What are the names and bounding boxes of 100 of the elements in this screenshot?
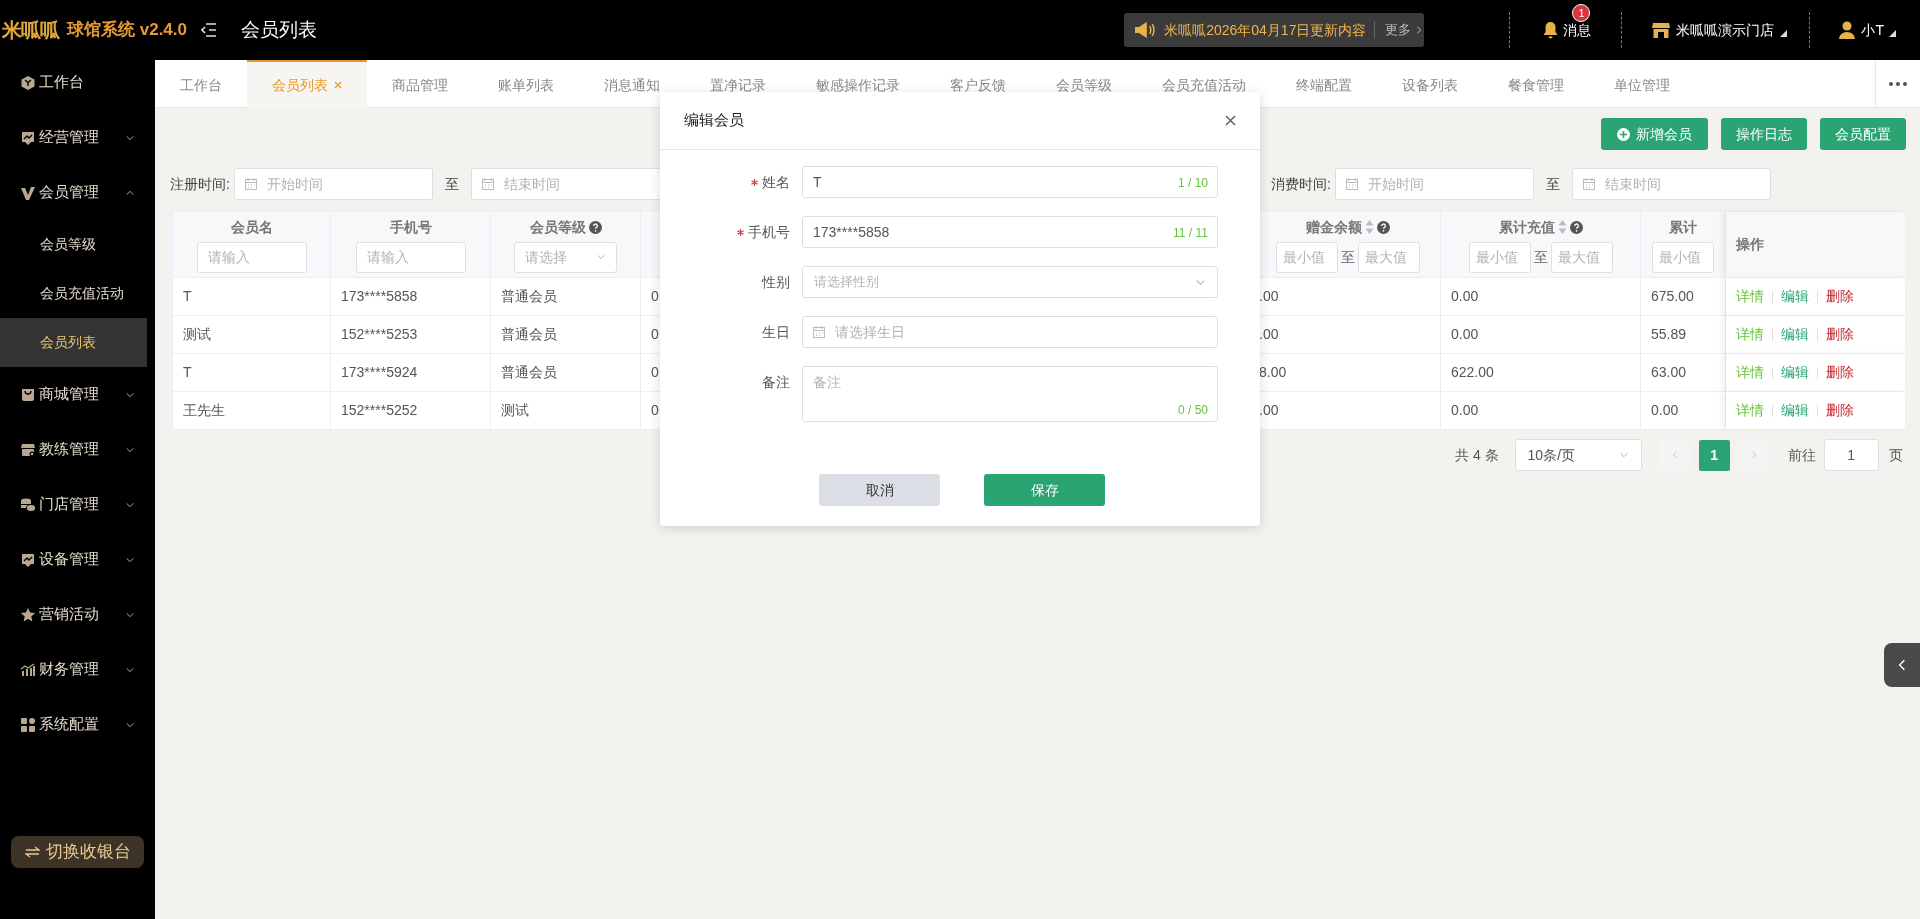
- sidebar-subitem[interactable]: 会员等级: [0, 220, 147, 269]
- user-menu[interactable]: 小T: [1838, 19, 1896, 41]
- row-action-link[interactable]: 编辑: [1781, 400, 1809, 421]
- row-action-link[interactable]: 删除: [1826, 324, 1854, 345]
- column-header: 操作: [1736, 235, 1764, 254]
- date-field[interactable]: 开始时间: [1334, 168, 1534, 200]
- page-button[interactable]: 1: [1698, 439, 1730, 471]
- chart-board-icon: [20, 551, 36, 568]
- caret-icon: [1780, 29, 1788, 37]
- switch-cashier-button[interactable]: 切换收银台: [11, 836, 144, 868]
- filter-input[interactable]: 请输入: [355, 241, 466, 273]
- tab[interactable]: 餐食管理: [1483, 60, 1589, 108]
- coin-stack-icon: [20, 496, 36, 513]
- table-cell: 63.00: [1641, 354, 1726, 392]
- row-action-link[interactable]: 删除: [1826, 286, 1854, 307]
- filter-input[interactable]: 请输入: [196, 241, 307, 273]
- app-name: 球馆系统 v2.4.0: [67, 19, 187, 42]
- field-label: 备注: [762, 372, 790, 392]
- help-icon[interactable]: [588, 220, 602, 234]
- filter-input[interactable]: 最大值: [1357, 241, 1420, 273]
- table-cell: T: [173, 278, 331, 316]
- tab[interactable]: 账单列表: [473, 60, 579, 108]
- page-input[interactable]: 1: [1823, 439, 1879, 471]
- sidebar-item[interactable]: 会员管理: [0, 165, 155, 220]
- date-field[interactable]: 开始时间: [233, 168, 433, 200]
- table-cell: 测试: [491, 392, 641, 430]
- shopping-bag-icon: [20, 386, 36, 403]
- tab[interactable]: 终端配置: [1271, 60, 1377, 108]
- more-link[interactable]: 更多: [1385, 20, 1425, 40]
- table-cell: 173****5858: [331, 278, 491, 316]
- field-label: 手机号: [748, 222, 790, 242]
- toolbar-button[interactable]: 新增会员: [1601, 118, 1708, 150]
- help-icon[interactable]: [1569, 220, 1583, 234]
- more-icon[interactable]: [1889, 81, 1907, 86]
- goto-label: 前往: [1787, 445, 1816, 465]
- bell-icon: [1542, 21, 1560, 39]
- cube-icon: [20, 74, 36, 91]
- tab[interactable]: 设备列表: [1377, 60, 1483, 108]
- field-label: 姓名: [762, 172, 790, 192]
- sidebar-item[interactable]: 教练管理: [0, 422, 155, 477]
- collapse-handle[interactable]: [1884, 643, 1920, 687]
- tab[interactable]: 工作台: [155, 60, 247, 108]
- character-counter: 1 / 10: [1177, 175, 1208, 192]
- row-action-link[interactable]: 编辑: [1781, 286, 1809, 307]
- column-header: 手机号: [389, 217, 432, 237]
- table-cell: 622.00: [1441, 354, 1641, 392]
- table-cell: 152****5253: [331, 316, 491, 354]
- sidebar-subitem[interactable]: 会员充值活动: [0, 269, 147, 318]
- sidebar-item[interactable]: 门店管理: [0, 477, 155, 532]
- sidebar-item[interactable]: 财务管理: [0, 642, 155, 697]
- notification-badge: 1: [1572, 3, 1591, 22]
- tab[interactable]: 单位管理: [1589, 60, 1695, 108]
- sidebar-item[interactable]: 设备管理: [0, 532, 155, 587]
- table-cell: 675.00: [1641, 278, 1726, 316]
- notice-text[interactable]: 米呱呱2026年04月17日更新内容: [1164, 19, 1367, 41]
- row-action-link[interactable]: 编辑: [1781, 324, 1809, 345]
- sidebar-item[interactable]: 商城管理: [0, 367, 155, 422]
- table-cell: T: [173, 354, 331, 392]
- sidebar-subitem[interactable]: 会员列表: [0, 318, 147, 367]
- total-count: 共 4 条: [1455, 445, 1499, 465]
- filter-input[interactable]: 最小值: [1652, 241, 1714, 273]
- table-cell: 普通会员: [491, 354, 641, 392]
- help-icon[interactable]: [1376, 220, 1390, 234]
- filter-input[interactable]: 最大值: [1550, 241, 1613, 273]
- sidebar-item[interactable]: 工作台: [0, 55, 155, 110]
- menu-fold-icon[interactable]: [201, 23, 217, 37]
- column-header: 累计: [1669, 217, 1697, 237]
- store-selector[interactable]: 米呱呱演示门店: [1652, 19, 1788, 41]
- filter-input[interactable]: 最小值: [1468, 241, 1531, 273]
- sidebar-item[interactable]: 系统配置: [0, 697, 155, 752]
- swap-icon: [24, 846, 40, 858]
- date-field[interactable]: 结束时间: [1571, 168, 1771, 200]
- row-action-link[interactable]: 编辑: [1781, 362, 1809, 383]
- date-field[interactable]: 请选择生日: [802, 316, 1218, 348]
- notice-bar[interactable]: 米呱呱2026年04月17日更新内容 更多: [1124, 13, 1425, 47]
- table-cell: 152****5252: [331, 392, 491, 430]
- page-size-select[interactable]: 10条/页: [1514, 439, 1642, 471]
- filter-input[interactable]: 最小值: [1275, 241, 1338, 273]
- row-action-link[interactable]: 删除: [1826, 362, 1854, 383]
- toolbar-button[interactable]: 操作日志: [1721, 118, 1807, 150]
- range-separator: 至: [1545, 174, 1560, 194]
- column-header: 赠金余额: [1305, 217, 1362, 237]
- column-header: 会员等级: [529, 217, 586, 237]
- row-action-link[interactable]: 删除: [1826, 400, 1854, 421]
- sidebar-item[interactable]: 经营管理: [0, 110, 155, 165]
- range-separator: 至: [1533, 247, 1548, 267]
- table-cell: 0.00: [1441, 316, 1641, 354]
- close-icon[interactable]: [1225, 115, 1236, 126]
- tab[interactable]: 消息通知: [579, 60, 685, 108]
- tab[interactable]: 商品管理: [367, 60, 473, 108]
- chevron-down-icon: [1618, 450, 1629, 460]
- caret-icon: [1889, 29, 1896, 37]
- table-cell: 173****5924: [331, 354, 491, 392]
- page-unit: 页: [1888, 445, 1903, 465]
- sidebar-item[interactable]: 营销活动: [0, 587, 155, 642]
- toolbar-button[interactable]: 会员配置: [1820, 118, 1906, 150]
- messages-button[interactable]: 消息: [1542, 19, 1592, 41]
- save-button[interactable]: 保存: [984, 474, 1105, 506]
- cancel-button[interactable]: 取消: [819, 474, 940, 506]
- range-separator: 至: [444, 174, 459, 194]
